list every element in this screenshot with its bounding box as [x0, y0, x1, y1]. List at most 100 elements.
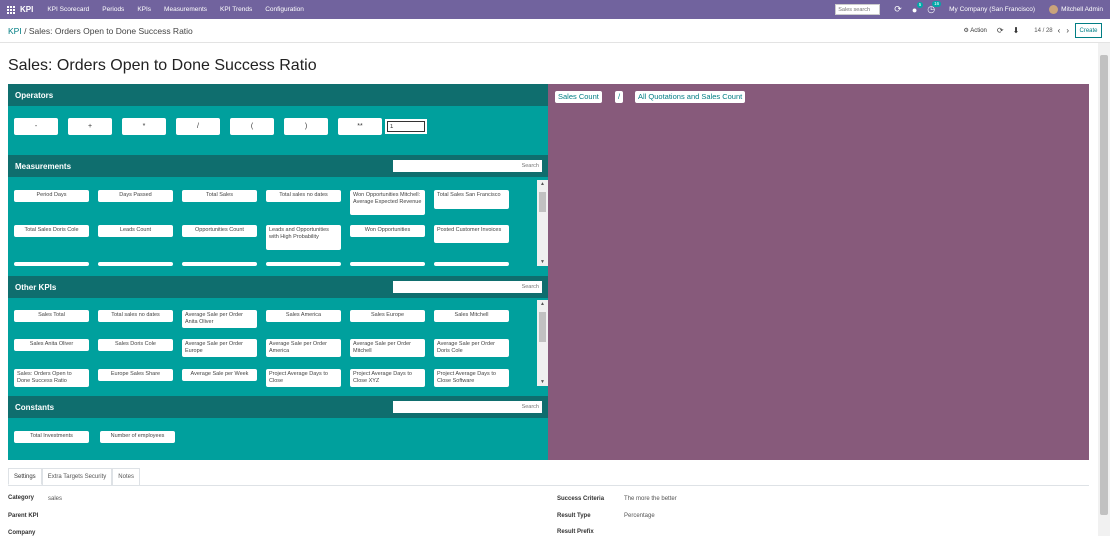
messages-icon[interactable]: ● 5: [912, 1, 924, 15]
menu-kpi-scorecard[interactable]: KPI Scorecard: [47, 6, 89, 13]
user-menu[interactable]: Mitchell Admin: [1061, 6, 1103, 13]
measurement-chip[interactable]: Total sales no dates: [266, 190, 341, 202]
formula-token[interactable]: Sales Count: [555, 91, 602, 103]
action-button[interactable]: ⚙ Action: [963, 27, 986, 34]
measurement-chip[interactable]: Total Sales Doris Cole: [14, 225, 89, 237]
kpi-chip[interactable]: Average Sale per Order Europe: [182, 339, 257, 357]
operator-multiply[interactable]: *: [122, 118, 166, 135]
constant-chip[interactable]: Total Investments: [14, 431, 89, 443]
measurements-scrollbar[interactable]: ▲ ▼: [537, 180, 548, 266]
kpi-chip[interactable]: Average Sale per Order Doris Cole: [434, 339, 509, 357]
scroll-down-icon[interactable]: ▼: [540, 259, 545, 265]
kpi-chip[interactable]: Sales Anita Oliver: [14, 339, 89, 351]
kpi-chip[interactable]: Project Average Days to Close: [266, 369, 341, 387]
pin-icon[interactable]: ⬇: [1013, 26, 1020, 35]
menu-measurements[interactable]: Measurements: [164, 6, 207, 13]
scroll-thumb[interactable]: [539, 312, 546, 342]
reload-icon[interactable]: ⟳: [997, 26, 1004, 35]
scroll-up-icon[interactable]: ▲: [540, 181, 545, 187]
pager-value[interactable]: 14 / 28: [1034, 28, 1052, 34]
kpi-chip[interactable]: Europe Sales Share: [98, 369, 173, 381]
company-label: Company: [8, 530, 36, 536]
kpi-chip[interactable]: Average Sale per Week: [182, 369, 257, 381]
formula-token[interactable]: All Quotations and Sales Count: [635, 91, 746, 103]
measurement-chip[interactable]: Won Opportunities Mitchell: Average Expe…: [350, 190, 425, 215]
breadcrumb-root[interactable]: KPI: [8, 26, 22, 36]
operator-plus[interactable]: +: [68, 118, 112, 135]
measurement-chip[interactable]: Won Opportunities: [350, 225, 425, 237]
scroll-down-icon[interactable]: ▼: [540, 379, 545, 385]
scroll-up-icon[interactable]: ▲: [540, 301, 545, 307]
operator-minus[interactable]: -: [14, 118, 58, 135]
kpi-chip[interactable]: Sales: Orders Open to Done Success Ratio: [14, 369, 89, 387]
apps-menu-icon[interactable]: [7, 5, 15, 14]
other-kpis-search-input[interactable]: [393, 281, 542, 293]
constants-header: Constants: [8, 396, 548, 418]
kpi-chip[interactable]: Average Sale per Order Anita Oliver: [182, 310, 257, 328]
success-criteria-field[interactable]: The more the better: [624, 496, 677, 502]
menu-periods[interactable]: Periods: [102, 6, 124, 13]
pager-previous-icon[interactable]: ‹: [1058, 26, 1061, 35]
constants-search-input[interactable]: [393, 401, 542, 413]
measurement-chip-partial[interactable]: [98, 262, 173, 266]
menu-configuration[interactable]: Configuration: [265, 6, 304, 13]
measurement-chip[interactable]: Total Sales: [182, 190, 257, 202]
pager-next-icon[interactable]: ›: [1066, 26, 1069, 35]
formula-canvas[interactable]: [548, 84, 1089, 460]
scroll-thumb[interactable]: [539, 192, 546, 212]
operator-power[interactable]: **: [338, 118, 382, 135]
control-panel: KPI / Sales: Orders Open to Done Success…: [0, 19, 1110, 43]
measurement-chip[interactable]: Leads and Opportunities with High Probab…: [266, 225, 341, 250]
navbar-search-input[interactable]: [835, 4, 881, 15]
formula-token[interactable]: /: [615, 91, 624, 103]
measurement-chip-partial[interactable]: [350, 262, 425, 266]
other-kpis-scrollbar[interactable]: ▲ ▼: [537, 300, 548, 386]
kpi-chip[interactable]: Total sales no dates: [98, 310, 173, 322]
menu-kpi-trends[interactable]: KPI Trends: [220, 6, 252, 13]
measurement-chip-partial[interactable]: [266, 262, 341, 266]
breadcrumb-separator: /: [24, 26, 27, 36]
kpi-chip[interactable]: Sales Doris Cole: [98, 339, 173, 351]
company-switcher[interactable]: My Company (San Francisco): [949, 6, 1035, 13]
tab-settings[interactable]: Settings: [8, 468, 42, 485]
tab-notes[interactable]: Notes: [112, 468, 140, 485]
kpi-chip[interactable]: Sales America: [266, 310, 341, 322]
measurement-chip[interactable]: Days Passed: [98, 190, 173, 202]
measurement-chip[interactable]: Posted Customer Invoices: [434, 225, 509, 243]
kpi-chip[interactable]: Project Average Days to Close Software: [434, 369, 509, 387]
operator-close-paren[interactable]: ): [284, 118, 328, 135]
number-input[interactable]: [385, 119, 427, 134]
tab-extra-targets-security[interactable]: Extra Targets Security: [41, 468, 113, 485]
kpi-chip[interactable]: Sales Europe: [350, 310, 425, 322]
measurement-chip-partial[interactable]: [434, 262, 509, 266]
refresh-icon[interactable]: ⟳: [894, 4, 902, 15]
operator-open-paren[interactable]: (: [230, 118, 274, 135]
app-brand[interactable]: KPI: [20, 5, 33, 14]
page-scrollbar[interactable]: [1098, 43, 1110, 536]
operator-divide[interactable]: /: [176, 118, 220, 135]
category-field[interactable]: sales: [48, 496, 62, 502]
measurement-chip-partial[interactable]: [14, 262, 89, 266]
user-avatar[interactable]: [1049, 5, 1059, 14]
breadcrumb: KPI / Sales: Orders Open to Done Success…: [8, 26, 193, 36]
constant-chip[interactable]: Number of employees: [100, 431, 175, 443]
measurement-chip[interactable]: Period Days: [14, 190, 89, 202]
measurement-chip[interactable]: Total Sales San Francisco: [434, 190, 509, 209]
kpi-chip[interactable]: Average Sale per Order Mitchell: [350, 339, 425, 357]
measurement-chip-partial[interactable]: [182, 262, 257, 266]
kpi-chip[interactable]: Sales Total: [14, 310, 89, 322]
control-right: ⚙ Action ⟳ ⬇ 14 / 28 ‹ › Create: [963, 22, 1110, 39]
measurements-header: Measurements: [8, 155, 548, 177]
result-type-field[interactable]: Percentage: [624, 513, 655, 519]
kpi-chip[interactable]: Project Average Days to Close XYZ: [350, 369, 425, 387]
page-scroll-thumb[interactable]: [1100, 55, 1108, 515]
create-button[interactable]: Create: [1075, 23, 1102, 38]
kpi-chip[interactable]: Sales Mitchell: [434, 310, 509, 322]
measurement-chip[interactable]: Leads Count: [98, 225, 173, 237]
activities-icon[interactable]: ◷ 16: [927, 1, 942, 15]
category-label: Category: [8, 495, 35, 501]
kpi-chip[interactable]: Average Sale per Order America: [266, 339, 341, 357]
measurements-search-input[interactable]: [393, 160, 542, 172]
menu-kpis[interactable]: KPIs: [137, 6, 151, 13]
measurement-chip[interactable]: Opportunities Count: [182, 225, 257, 237]
